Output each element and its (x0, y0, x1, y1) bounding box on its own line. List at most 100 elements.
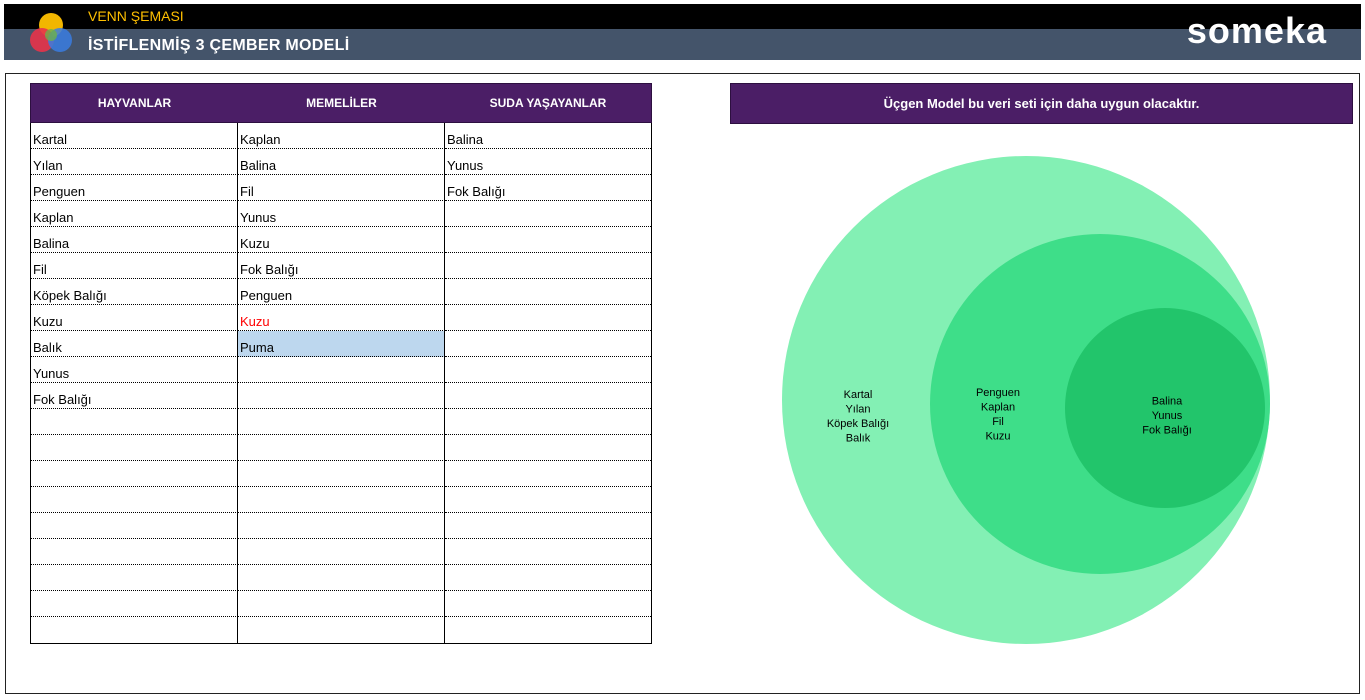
venn-item-label: Yılan (845, 404, 870, 416)
table-cell[interactable] (31, 409, 238, 435)
table-cell[interactable]: Kartal (31, 123, 238, 149)
table-cell[interactable] (238, 513, 445, 539)
table-cell[interactable] (445, 435, 651, 461)
table-cell[interactable]: Balık (31, 331, 238, 357)
table-cell[interactable] (238, 409, 445, 435)
column-header-hayvanlar[interactable]: HAYVANLAR (31, 84, 238, 122)
table-cell[interactable] (238, 591, 445, 617)
table-cell[interactable] (31, 539, 238, 565)
table-cell[interactable] (31, 461, 238, 487)
venn-item-label: Kaplan (981, 402, 1015, 414)
table-cell[interactable] (238, 487, 445, 513)
table-row (31, 617, 651, 643)
table-cell[interactable] (445, 539, 651, 565)
table-cell[interactable]: Yılan (31, 149, 238, 175)
table-row (31, 487, 651, 513)
table-cell[interactable]: Fok Balığı (31, 383, 238, 409)
table-cell[interactable] (445, 513, 651, 539)
table-cell[interactable]: Kaplan (31, 201, 238, 227)
table-cell[interactable] (445, 409, 651, 435)
venn-item-label: Kuzu (985, 431, 1010, 443)
table-cell[interactable]: Fok Balığı (238, 253, 445, 279)
table-cell[interactable]: Balina (31, 227, 238, 253)
table-row: Balık Puma (31, 331, 651, 357)
table-body: Kartal Kaplan Balina Yılan Balina Yunus Pengue… (30, 123, 652, 644)
table-cell[interactable]: Fil (31, 253, 238, 279)
table-cell[interactable] (445, 253, 651, 279)
venn-item-label: Penguen (976, 387, 1020, 399)
model-recommendation-note: Üçgen Model bu veri seti için daha uygun… (730, 83, 1353, 124)
table-cell[interactable]: Yunus (445, 149, 651, 175)
data-table: HAYVANLAR MEMELİLER SUDA YAŞAYANLAR Kart… (30, 83, 652, 644)
venn-item-label: Fok Balığı (1142, 424, 1192, 436)
header-top-bar (4, 4, 1361, 29)
table-cell[interactable]: Balina (238, 149, 445, 175)
page-title: İSTİFLENMİŞ 3 ÇEMBER MODELİ (88, 37, 350, 54)
table-row (31, 461, 651, 487)
table-cell[interactable] (445, 331, 651, 357)
table-row (31, 409, 651, 435)
table-cell[interactable] (238, 383, 445, 409)
table-cell[interactable] (31, 565, 238, 591)
table-cell[interactable] (445, 591, 651, 617)
table-row: Fil Fok Balığı (31, 253, 651, 279)
table-cell[interactable]: Kuzu (238, 227, 445, 253)
table-cell[interactable]: Balina (445, 123, 651, 149)
venn-item-label: Balina (1152, 395, 1183, 407)
table-cell[interactable] (31, 435, 238, 461)
table-row: Yunus (31, 357, 651, 383)
table-cell[interactable] (238, 461, 445, 487)
table-cell[interactable]: Puma (238, 331, 445, 357)
table-cell[interactable]: Köpek Balığı (31, 279, 238, 305)
table-row: Kaplan Yunus (31, 201, 651, 227)
table-cell[interactable]: Kuzu (238, 305, 445, 331)
table-cell[interactable]: Kuzu (31, 305, 238, 331)
column-header-memeliler[interactable]: MEMELİLER (238, 84, 445, 122)
table-cell[interactable] (238, 565, 445, 591)
table-cell[interactable] (31, 513, 238, 539)
table-cell[interactable] (31, 591, 238, 617)
table-row (31, 565, 651, 591)
table-cell[interactable] (445, 617, 651, 643)
table-cell[interactable] (31, 617, 238, 643)
table-row: Kuzu Kuzu (31, 305, 651, 331)
table-cell[interactable]: Fok Balığı (445, 175, 651, 201)
table-cell[interactable] (445, 487, 651, 513)
column-header-suda-yasayanlar[interactable]: SUDA YAŞAYANLAR (445, 84, 651, 122)
table-cell[interactable] (445, 227, 651, 253)
table-cell[interactable] (238, 539, 445, 565)
table-cell[interactable] (445, 357, 651, 383)
table-cell[interactable] (238, 617, 445, 643)
table-cell[interactable]: Yunus (31, 357, 238, 383)
table-cell[interactable] (445, 383, 651, 409)
app-header: VENN ŞEMASI İSTİFLENMİŞ 3 ÇEMBER MODELİ … (4, 4, 1361, 60)
table-row (31, 435, 651, 461)
someka-logo[interactable]: someka (1187, 10, 1327, 52)
venn-item-label: Balık (846, 433, 871, 445)
venn-item-label: Köpek Balığı (827, 418, 889, 430)
table-cell[interactable]: Penguen (238, 279, 445, 305)
table-cell[interactable] (445, 279, 651, 305)
table-cell[interactable] (445, 461, 651, 487)
table-header-row: HAYVANLAR MEMELİLER SUDA YAŞAYANLAR (30, 83, 652, 123)
table-row: Penguen Fil Fok Balığı (31, 175, 651, 201)
table-row (31, 513, 651, 539)
venn-diagram: Kartal Yılan Köpek Balığı Balık Penguen Kapl… (782, 156, 1270, 644)
table-cell[interactable] (238, 357, 445, 383)
table-cell[interactable]: Fil (238, 175, 445, 201)
table-cell[interactable] (445, 565, 651, 591)
table-cell[interactable]: Yunus (238, 201, 445, 227)
table-cell[interactable] (238, 435, 445, 461)
table-cell[interactable] (445, 201, 651, 227)
venn-item-label: Yunus (1152, 410, 1183, 422)
table-row: Fok Balığı (31, 383, 651, 409)
table-row (31, 591, 651, 617)
table-cell[interactable] (445, 305, 651, 331)
venn-item-label: Fil (992, 416, 1004, 428)
table-cell[interactable] (31, 487, 238, 513)
table-cell[interactable]: Kaplan (238, 123, 445, 149)
table-row: Kartal Kaplan Balina (31, 123, 651, 149)
table-row: Balina Kuzu (31, 227, 651, 253)
table-row: Köpek Balığı Penguen (31, 279, 651, 305)
table-cell[interactable]: Penguen (31, 175, 238, 201)
